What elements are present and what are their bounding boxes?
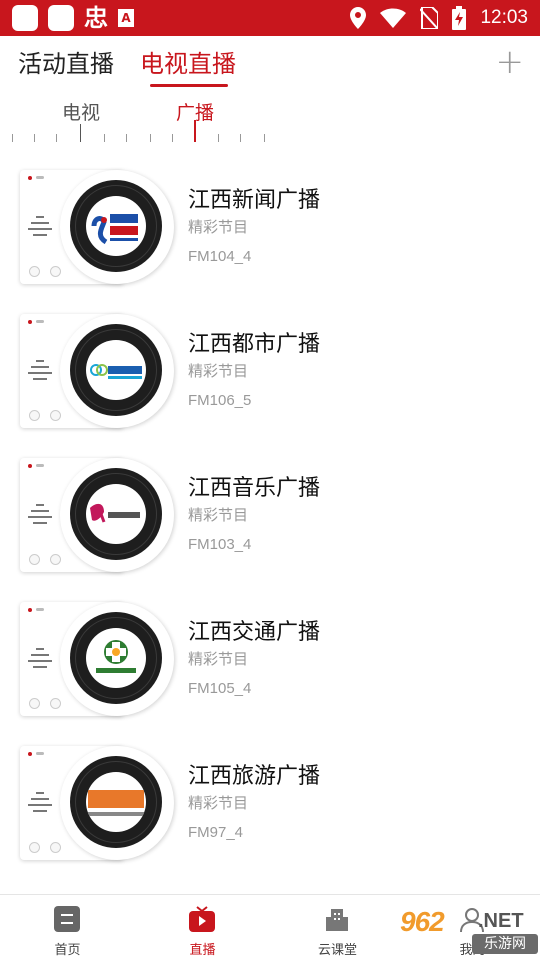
watermark-subtitle: 乐游网 [472, 934, 538, 954]
station-frequency: FM97_4 [188, 824, 244, 841]
active-tab-indicator [150, 84, 228, 87]
vinyl-record [70, 612, 162, 704]
nav-home[interactable]: 首页 [0, 895, 135, 960]
station-frequency: FM106_5 [188, 392, 252, 409]
station-name: 江西新闻广播 [188, 188, 321, 213]
notification-app-icon [48, 5, 74, 31]
location-icon [350, 7, 367, 29]
station-frequency: FM104_4 [188, 248, 252, 265]
station-desc: 精彩节目 [188, 650, 249, 668]
notification-letter-icon: A [118, 9, 134, 27]
vinyl-record [70, 756, 162, 848]
notification-app-icon [12, 5, 38, 31]
speaker-icon [28, 648, 52, 672]
battery-charging-icon [452, 6, 467, 30]
tuner-ruler [10, 120, 270, 150]
radio-card [20, 458, 174, 572]
vinyl-record [70, 468, 162, 560]
subtab-tv[interactable]: 电视 [62, 98, 100, 125]
nav-label: 云课堂 [317, 943, 357, 958]
sub-tab-bar: 电视 广播 [0, 92, 540, 152]
station-name: 江西旅游广播 [188, 764, 321, 789]
tab-activity-live[interactable]: 活动直播 [18, 44, 114, 79]
nav-label: 直播 [189, 943, 216, 958]
station-name: 江西交通广播 [188, 620, 321, 645]
station-desc: 精彩节目 [188, 218, 249, 236]
speaker-icon [28, 504, 52, 528]
station-item[interactable]: 江西交通广播 精彩节目 FM105_4 [0, 592, 540, 736]
watermark-logo: 962 .NET 乐游网 [400, 900, 540, 960]
station-logo [86, 340, 146, 400]
home-icon [54, 906, 80, 932]
vinyl-record [70, 324, 162, 416]
speaker-icon [28, 792, 52, 816]
vinyl-record [70, 180, 162, 272]
no-sim-icon [420, 7, 439, 29]
clock: 12:03 [480, 7, 528, 28]
status-bar: 忠 A 12:03 [0, 0, 540, 36]
station-logo [86, 484, 146, 544]
wifi-icon [380, 8, 407, 28]
station-logo [86, 772, 146, 832]
radio-card [20, 602, 174, 716]
station-item[interactable]: 江西音乐广播 精彩节目 FM103_4 [0, 448, 540, 592]
station-logo [86, 196, 146, 256]
building-icon [326, 909, 348, 931]
station-item[interactable]: 江西新闻广播 精彩节目 FM104_4 [0, 160, 540, 304]
notification-app-glyph: 忠 [84, 4, 108, 32]
watermark-suffix: .NET [478, 910, 524, 932]
add-icon[interactable]: + [496, 42, 525, 82]
nav-live[interactable]: 直播 [135, 895, 270, 960]
station-name: 江西音乐广播 [188, 476, 321, 501]
watermark-number: 962 [400, 906, 445, 937]
station-frequency: FM103_4 [188, 536, 252, 553]
station-desc: 精彩节目 [188, 794, 249, 812]
tv-icon [189, 906, 215, 932]
tuner-needle [194, 120, 196, 142]
station-name: 江西都市广播 [188, 332, 321, 357]
tab-tv-live[interactable]: 电视直播 [140, 44, 236, 79]
top-tab-bar: 活动直播 电视直播 + [0, 36, 540, 90]
radio-card [20, 170, 174, 284]
speaker-icon [28, 216, 52, 240]
station-item[interactable]: 江西旅游广播 精彩节目 FM97_4 [0, 736, 540, 880]
radio-card [20, 746, 174, 860]
nav-cloud-class[interactable]: 云课堂 [270, 895, 405, 960]
station-logo [86, 628, 146, 688]
station-item[interactable]: 江西都市广播 精彩节目 FM106_5 [0, 304, 540, 448]
station-desc: 精彩节目 [188, 362, 249, 380]
speaker-icon [28, 360, 52, 384]
nav-label: 首页 [54, 943, 81, 958]
station-desc: 精彩节目 [188, 506, 249, 524]
radio-card [20, 314, 174, 428]
station-frequency: FM105_4 [188, 680, 252, 697]
